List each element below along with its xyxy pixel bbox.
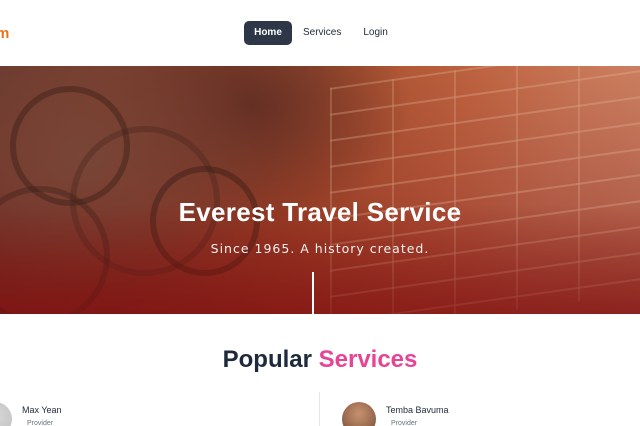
- hero-subtitle: Since 1965. A history created.: [210, 241, 430, 256]
- provider-name: Max Yean: [22, 405, 62, 415]
- nav-login[interactable]: Login: [352, 21, 398, 45]
- nav-home[interactable]: Home: [244, 21, 292, 45]
- section-title: Popular Services: [0, 346, 640, 374]
- brand-logo[interactable]: m: [0, 25, 10, 42]
- avatar: [0, 402, 12, 426]
- site-header: m Home Services Login: [0, 0, 640, 66]
- hero-banner: Everest Travel Service Since 1965. A his…: [0, 66, 640, 314]
- provider-role: Provider: [27, 420, 54, 426]
- nav-services[interactable]: Services: [292, 21, 352, 45]
- provider-card[interactable]: Temba Bavuma Provider: [342, 400, 542, 426]
- avatar: [342, 402, 376, 426]
- provider-name: Temba Bavuma: [386, 405, 449, 415]
- card-divider: [319, 392, 320, 426]
- provider-role: Provider: [391, 420, 418, 426]
- main-nav: Home Services Login: [244, 21, 399, 45]
- section-title-accent: Services: [318, 346, 418, 373]
- section-title-main: Popular: [222, 346, 312, 373]
- hero-title: Everest Travel Service: [178, 197, 462, 227]
- scroll-indicator[interactable]: [312, 272, 314, 314]
- provider-card[interactable]: Max Yean Provider: [0, 400, 178, 426]
